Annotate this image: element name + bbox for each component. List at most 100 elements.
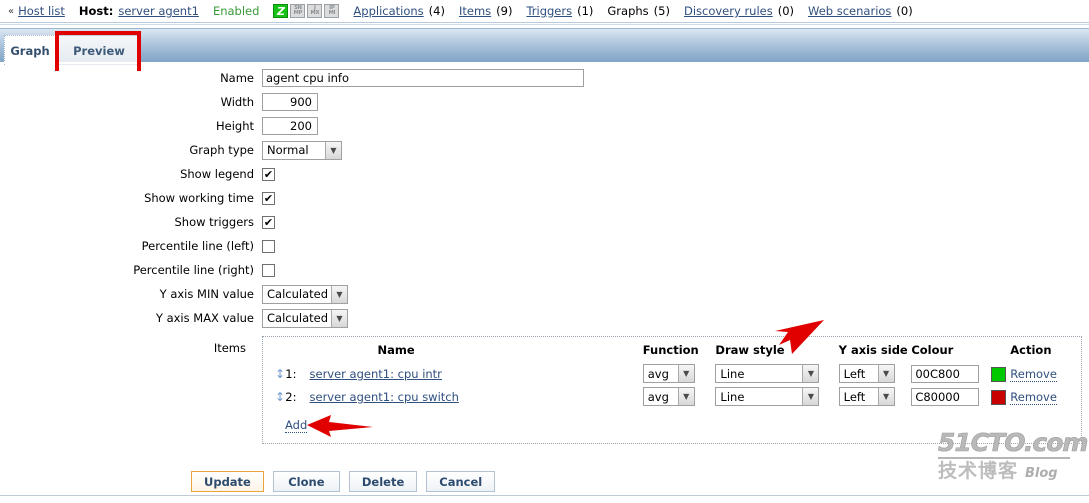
row-2-drag-handle[interactable]: ↕ bbox=[263, 385, 285, 408]
row-1-colour-swatch[interactable] bbox=[990, 366, 1006, 382]
header-function: Function bbox=[642, 343, 699, 357]
row-1-remove-link[interactable]: Remove bbox=[1010, 366, 1057, 382]
show-working-time-label: Show working time bbox=[144, 191, 254, 205]
delete-button[interactable]: Delete bbox=[348, 471, 418, 492]
nav-items-link[interactable]: Items bbox=[459, 4, 491, 18]
width-label: Width bbox=[220, 95, 254, 109]
items-container: Name Function Draw style Y axis side Col… bbox=[262, 336, 1082, 444]
form-row-y-axis-min: Y axis MIN value Calculated ▼ bbox=[0, 282, 1089, 306]
form-row-y-axis-max: Y axis MAX value Calculated ▼ bbox=[0, 306, 1089, 330]
host-list-link[interactable]: Host list bbox=[18, 4, 65, 18]
header-name: Name bbox=[377, 343, 415, 357]
header-handle-spacer bbox=[263, 337, 285, 362]
row-2-function-select[interactable]: avg ▼ bbox=[642, 387, 695, 406]
row-1-draw-style-value: Line bbox=[720, 366, 745, 381]
y-axis-max-select[interactable]: Calculated ▼ bbox=[262, 308, 348, 328]
row-2-index: 2: bbox=[285, 389, 297, 404]
snmp-badge[interactable]: SN MP bbox=[290, 4, 306, 18]
height-input[interactable] bbox=[262, 117, 318, 135]
nav-web-scenarios-link[interactable]: Web scenarios bbox=[808, 4, 891, 18]
row-1-y-axis-side-select[interactable]: Left ▼ bbox=[838, 364, 895, 383]
ipmi-badge[interactable]: IP MI bbox=[324, 4, 340, 18]
watermark-blog-text: Blog bbox=[1025, 466, 1058, 481]
header-y-axis-side: Y axis side bbox=[838, 343, 908, 357]
cancel-button[interactable]: Cancel bbox=[426, 471, 496, 492]
nav-discovery-rules-count: (0) bbox=[777, 4, 795, 18]
updown-arrow-icon: ↕ bbox=[275, 389, 286, 404]
clone-button[interactable]: Clone bbox=[272, 471, 340, 492]
row-2-remove-link[interactable]: Remove bbox=[1010, 389, 1057, 405]
watermark-divider bbox=[938, 457, 1070, 459]
top-navigation-bar: « Host list Host: server agent1 Enabled … bbox=[0, 0, 1089, 22]
nav-triggers-link[interactable]: Triggers bbox=[526, 4, 572, 18]
row-2-draw-style-value: Line bbox=[720, 389, 745, 404]
form-row-percentile-left: Percentile line (left) bbox=[0, 234, 1089, 258]
row-1-index: 1: bbox=[285, 366, 297, 381]
row-1-function-select[interactable]: avg ▼ bbox=[642, 364, 695, 383]
percentile-left-checkbox[interactable] bbox=[262, 239, 275, 253]
ipmi-badge-line2: MI bbox=[328, 10, 336, 16]
row-1-item-link[interactable]: server agent1: cpu intr bbox=[310, 367, 442, 381]
update-button[interactable]: Update bbox=[191, 471, 264, 492]
form-row-name: Name bbox=[0, 66, 1089, 90]
name-input[interactable] bbox=[262, 69, 584, 87]
row-2-y-axis-side-select[interactable]: Left ▼ bbox=[838, 387, 895, 406]
row-2-colour-swatch[interactable] bbox=[990, 389, 1006, 405]
items-table: Name Function Draw style Y axis side Col… bbox=[263, 337, 1081, 408]
form-row-height: Height bbox=[0, 114, 1089, 138]
graph-form: Name Width Height Graph type Normal ▼ Sh… bbox=[0, 66, 1089, 330]
form-action-buttons: Update Clone Delete Cancel bbox=[191, 471, 496, 492]
header-colour: Colour bbox=[911, 343, 954, 357]
percentile-right-label: Percentile line (right) bbox=[133, 263, 254, 277]
header-draw-style: Draw style bbox=[715, 343, 785, 357]
form-row-width: Width bbox=[0, 90, 1089, 114]
items-table-header-row: Name Function Draw style Y axis side Col… bbox=[263, 337, 1081, 362]
items-label: Items bbox=[213, 341, 246, 355]
chevron-down-icon: ▼ bbox=[331, 309, 347, 327]
nav-divider bbox=[0, 22, 1089, 25]
percentile-left-label: Percentile line (left) bbox=[141, 239, 254, 253]
show-triggers-label: Show triggers bbox=[174, 215, 254, 229]
row-2-draw-style-select[interactable]: Line ▼ bbox=[715, 387, 820, 406]
row-2-colour-input[interactable] bbox=[911, 387, 980, 406]
header-action: Action bbox=[1010, 343, 1052, 357]
row-1-colour-input[interactable] bbox=[911, 364, 980, 383]
percentile-right-checkbox[interactable] bbox=[262, 263, 275, 277]
footer-divider bbox=[0, 495, 1089, 497]
row-1-drag-handle[interactable]: ↕ bbox=[263, 362, 285, 385]
show-working-time-checkbox[interactable]: ✔ bbox=[262, 191, 275, 205]
show-legend-checkbox[interactable]: ✔ bbox=[262, 167, 275, 181]
width-input[interactable] bbox=[262, 93, 318, 111]
show-triggers-checkbox[interactable]: ✔ bbox=[262, 215, 275, 229]
table-row: ↕ 1: server agent1: cpu intr avg ▼ Line … bbox=[263, 362, 1081, 385]
nav-triggers-count: (1) bbox=[577, 4, 594, 18]
monitoring-type-badges: Z SN MP J MX IP MI bbox=[273, 4, 340, 18]
nav-applications-link[interactable]: Applications bbox=[353, 4, 423, 18]
add-item-link[interactable]: Add bbox=[285, 418, 308, 433]
chevron-down-icon: ▼ bbox=[331, 285, 347, 303]
host-name-link[interactable]: server agent1 bbox=[118, 4, 199, 18]
nav-discovery-rules-link[interactable]: Discovery rules bbox=[684, 4, 773, 18]
tab-preview[interactable]: Preview bbox=[58, 35, 140, 65]
tab-bar: Graph Preview bbox=[0, 28, 1089, 65]
row-2-item-link[interactable]: server agent1: cpu switch bbox=[310, 390, 459, 404]
form-row-percentile-right: Percentile line (right) bbox=[0, 258, 1089, 282]
jmx-badge[interactable]: J MX bbox=[307, 4, 323, 18]
host-label: Host: bbox=[78, 4, 114, 18]
watermark-cn-text: 技术博客 bbox=[938, 460, 1019, 482]
name-label: Name bbox=[220, 71, 254, 85]
nav-graphs-label: Graphs bbox=[607, 4, 649, 18]
host-status-text: Enabled bbox=[212, 4, 260, 18]
zabbix-agent-badge[interactable]: Z bbox=[273, 4, 289, 18]
chevron-down-icon: ▼ bbox=[677, 365, 694, 382]
nav-items-count: (9) bbox=[496, 4, 513, 18]
chevron-down-icon: ▼ bbox=[802, 365, 819, 382]
nav-graphs-count: (5) bbox=[653, 4, 670, 18]
graph-type-select[interactable]: Normal ▼ bbox=[262, 140, 342, 160]
y-axis-min-select[interactable]: Calculated ▼ bbox=[262, 284, 348, 304]
show-legend-label: Show legend bbox=[180, 167, 254, 181]
chevron-down-icon: ▼ bbox=[877, 365, 894, 382]
row-1-draw-style-select[interactable]: Line ▼ bbox=[715, 364, 820, 383]
updown-arrow-icon: ↕ bbox=[275, 366, 286, 381]
tab-graph[interactable]: Graph bbox=[4, 35, 56, 65]
